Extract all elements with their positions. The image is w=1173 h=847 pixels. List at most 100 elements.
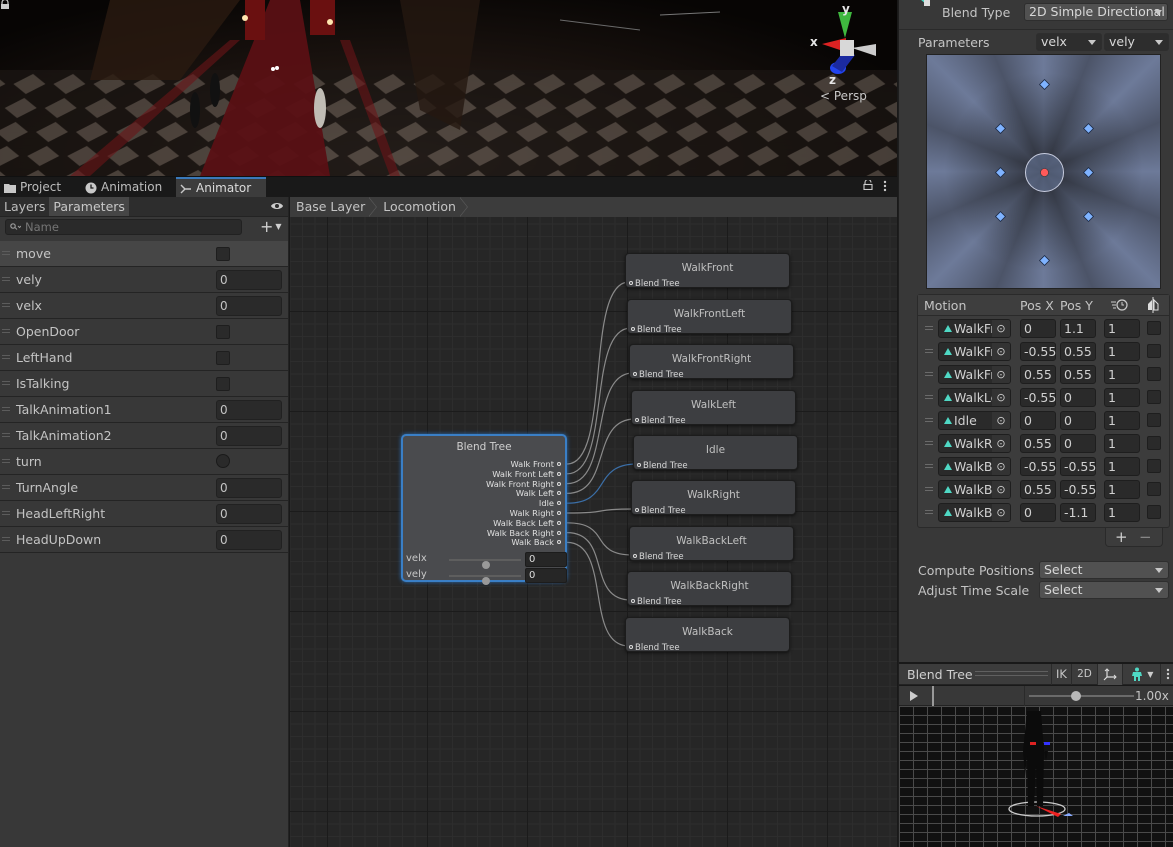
drag-handle-icon[interactable] [2,303,10,307]
drag-handle-icon[interactable] [2,511,10,515]
output-port[interactable] [557,540,561,545]
mirror-checkbox[interactable] [1147,413,1161,427]
play-icon[interactable] [909,690,919,702]
parameter-value-field[interactable]: 0 [216,478,282,498]
ik-toggle[interactable]: IK [1051,664,1071,685]
pos-x-field[interactable]: 0.55 [1020,480,1056,499]
state-node[interactable]: WalkFrontRight Blend Tree [629,344,794,380]
drag-handle-icon[interactable] [2,485,10,489]
pos-x-field[interactable]: 0.55 [1020,365,1056,384]
pos-y-field[interactable]: 0 [1060,434,1096,453]
motion-clip-field[interactable]: WalkFr ⊙ [938,342,1011,361]
tab-layers[interactable]: Layers [0,197,49,216]
projection-toggle[interactable]: < Persp [820,89,867,103]
motion-clip-field[interactable]: Idle ⊙ [938,411,1011,430]
drag-handle-icon[interactable] [2,433,10,437]
blend-type-dropdown[interactable]: 2D Simple Directional [1024,3,1168,21]
pos-x-field[interactable]: 0.55 [1020,434,1056,453]
object-picker-icon[interactable]: ⊙ [992,504,1010,521]
object-picker-icon[interactable]: ⊙ [992,481,1010,498]
pos-x-field[interactable]: -0.55 [1020,457,1056,476]
motion-clip-field[interactable]: WalkLe ⊙ [938,388,1011,407]
mirror-checkbox[interactable] [1147,344,1161,358]
pos-y-field[interactable]: 0 [1060,388,1096,407]
2d-toggle[interactable]: 2D [1071,664,1097,685]
time-scale-field[interactable]: 1 [1104,411,1140,430]
more-options-icon[interactable] [883,180,887,192]
pos-y-field[interactable]: 0.55 [1060,342,1096,361]
tab-animation[interactable]: Animation [81,177,168,198]
mirror-checkbox[interactable] [1147,321,1161,335]
parameter-value-field[interactable]: 0 [216,400,282,420]
input-port[interactable] [633,554,637,558]
parameter-row[interactable]: turn [0,449,288,475]
parameter-value-field[interactable]: 0 [216,504,282,524]
input-port[interactable] [629,645,633,649]
output-port[interactable] [557,530,561,535]
parameter-row[interactable]: LeftHand [0,345,288,371]
output-port[interactable] [557,520,561,525]
search-input[interactable] [25,220,225,234]
output-port[interactable] [557,491,561,496]
mirror-checkbox[interactable] [1147,436,1161,450]
avatar-dropdown[interactable]: ▼ [1122,664,1160,685]
slider-handle[interactable] [1071,691,1082,701]
lock-icon[interactable] [0,0,10,9]
time-scale-field[interactable]: 1 [1104,365,1140,384]
pos-y-field[interactable]: 0 [1060,411,1096,430]
pos-x-field[interactable]: -0.55 [1020,388,1056,407]
param-x-dropdown[interactable]: velx [1036,33,1102,51]
mirror-checkbox[interactable] [1147,459,1161,473]
drag-handle-icon[interactable] [925,510,933,514]
parameter-value-field[interactable]: 0 [216,426,282,446]
parameter-search[interactable] [5,219,242,235]
state-node[interactable]: Idle Blend Tree [633,435,798,471]
pos-x-field[interactable]: 0 [1020,319,1056,338]
preview-more-button[interactable] [1160,664,1173,685]
input-port[interactable] [633,372,637,376]
parameter-checkbox[interactable] [216,351,230,365]
input-port[interactable] [631,599,635,603]
slider-handle[interactable] [482,561,490,569]
parameter-row[interactable]: velx 0 [0,293,288,319]
drag-handle-icon[interactable] [925,326,933,330]
resize-handle[interactable] [975,671,1048,676]
output-port[interactable] [557,462,561,466]
state-node[interactable]: WalkBackRight Blend Tree [627,571,792,607]
parameter-trigger[interactable] [216,454,230,468]
eye-icon[interactable] [270,201,284,211]
motion-clip-field[interactable]: WalkBa ⊙ [938,480,1011,499]
lock-icon[interactable] [863,180,873,190]
pos-y-field[interactable]: -1.1 [1060,503,1096,522]
mirror-checkbox[interactable] [1147,482,1161,496]
parameter-row[interactable]: TurnAngle 0 [0,475,288,501]
time-scale-field[interactable]: 1 [1104,319,1140,338]
state-node[interactable]: WalkFrontLeft Blend Tree [627,299,792,335]
output-port[interactable] [557,471,561,476]
tab-project[interactable]: Project [0,177,67,198]
drag-handle-icon[interactable] [925,349,933,353]
object-picker-icon[interactable]: ⊙ [992,458,1010,475]
object-picker-icon[interactable]: ⊙ [992,320,1010,337]
object-picker-icon[interactable]: ⊙ [992,435,1010,452]
param-y-dropdown[interactable]: vely [1104,33,1169,51]
input-port[interactable] [629,281,633,285]
drag-handle-icon[interactable] [2,381,10,385]
input-port[interactable] [635,418,639,422]
drag-handle-icon[interactable] [925,372,933,376]
time-scale-field[interactable]: 1 [1104,342,1140,361]
blend-tree-node[interactable]: Blend Tree Walk Front Walk Front Left Walk… [401,434,567,585]
blend-space-2d[interactable] [926,54,1161,289]
motion-clip-field[interactable]: WalkBa ⊙ [938,457,1011,476]
velx-value[interactable]: 0 [525,552,567,567]
mirror-checkbox[interactable] [1147,390,1161,404]
parameter-row[interactable]: OpenDoor [0,319,288,345]
animator-graph[interactable]: Base Layer Locomotion Blend Tree Walk Fr… [290,197,897,847]
input-port[interactable] [635,508,639,512]
scene-view[interactable]: y x z < Persp [0,0,897,176]
adjust-time-scale-dropdown[interactable]: Select [1039,581,1169,599]
state-node[interactable]: WalkBackLeft Blend Tree [629,526,794,562]
time-scale-field[interactable]: 1 [1104,388,1140,407]
preview-viewport[interactable] [899,706,1173,847]
state-node[interactable]: WalkFront Blend Tree [625,253,790,289]
